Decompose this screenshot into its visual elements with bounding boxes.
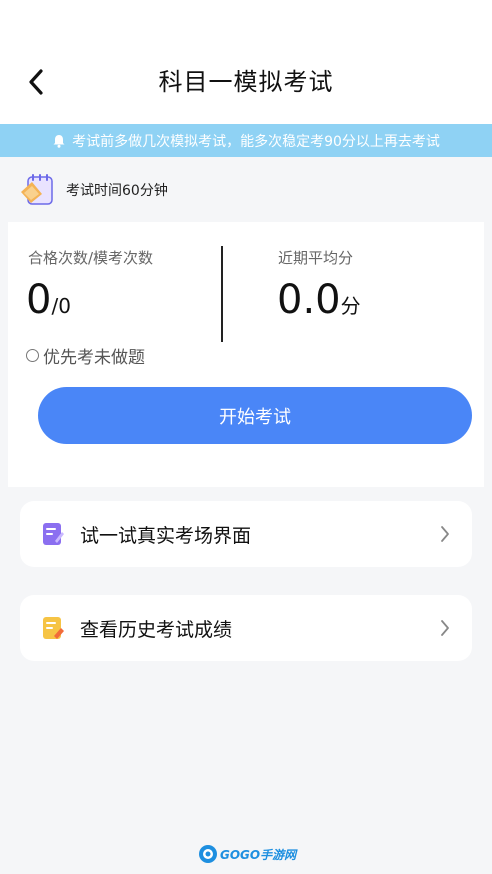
notice-text: 考试前多做几次模拟考试，能多次稳定考90分以上再去考试 xyxy=(72,133,440,150)
notice-banner: 考试前多做几次模拟考试，能多次稳定考90分以上再去考试 xyxy=(0,124,492,157)
exam-time-row: 考试时间60分钟 xyxy=(18,170,168,210)
logo-icon xyxy=(199,845,217,863)
pass-total-number: /0 xyxy=(51,294,71,318)
avg-score-number: 0.0 xyxy=(277,277,341,323)
menu-item-label: 试一试真实考场界面 xyxy=(80,524,252,547)
menu-item-label: 查看历史考试成绩 xyxy=(80,618,233,641)
chevron-right-icon xyxy=(438,618,452,638)
bell-icon xyxy=(53,134,65,148)
pass-count-number: 0 xyxy=(26,277,52,323)
pass-count-label: 合格次数/模考次数 xyxy=(28,249,154,267)
radio-icon[interactable] xyxy=(26,349,39,362)
watermark-text: GOGO手游网 xyxy=(220,847,297,862)
menu-item-history-scores[interactable]: 查看历史考试成绩 xyxy=(20,595,472,661)
avg-score-unit: 分 xyxy=(340,294,361,318)
chevron-right-icon xyxy=(438,524,452,544)
stats-card: 合格次数/模考次数 0/0 近期平均分 0.0分 优先考未做题 开始考试 xyxy=(8,222,484,487)
page-title: 科目一模拟考试 xyxy=(158,68,334,96)
stats-divider xyxy=(221,246,223,342)
priority-unanswered-label: 优先考未做题 xyxy=(43,348,145,368)
pass-count-value: 0/0 xyxy=(26,280,71,320)
avg-score-value: 0.0分 xyxy=(277,280,361,320)
header: 科目一模拟考试 xyxy=(0,0,492,124)
watermark-logo: GOGO手游网 xyxy=(198,842,296,866)
priority-unanswered-toggle[interactable]: 优先考未做题 xyxy=(26,343,145,368)
alarm-clock-icon xyxy=(21,174,53,205)
avg-score-label: 近期平均分 xyxy=(278,249,354,267)
edit-document-icon xyxy=(40,521,66,547)
start-exam-button[interactable]: 开始考试 xyxy=(38,387,472,444)
exam-time-text: 考试时间60分钟 xyxy=(66,183,168,199)
document-score-icon xyxy=(40,615,66,641)
menu-item-real-exam[interactable]: 试一试真实考场界面 xyxy=(20,501,472,567)
